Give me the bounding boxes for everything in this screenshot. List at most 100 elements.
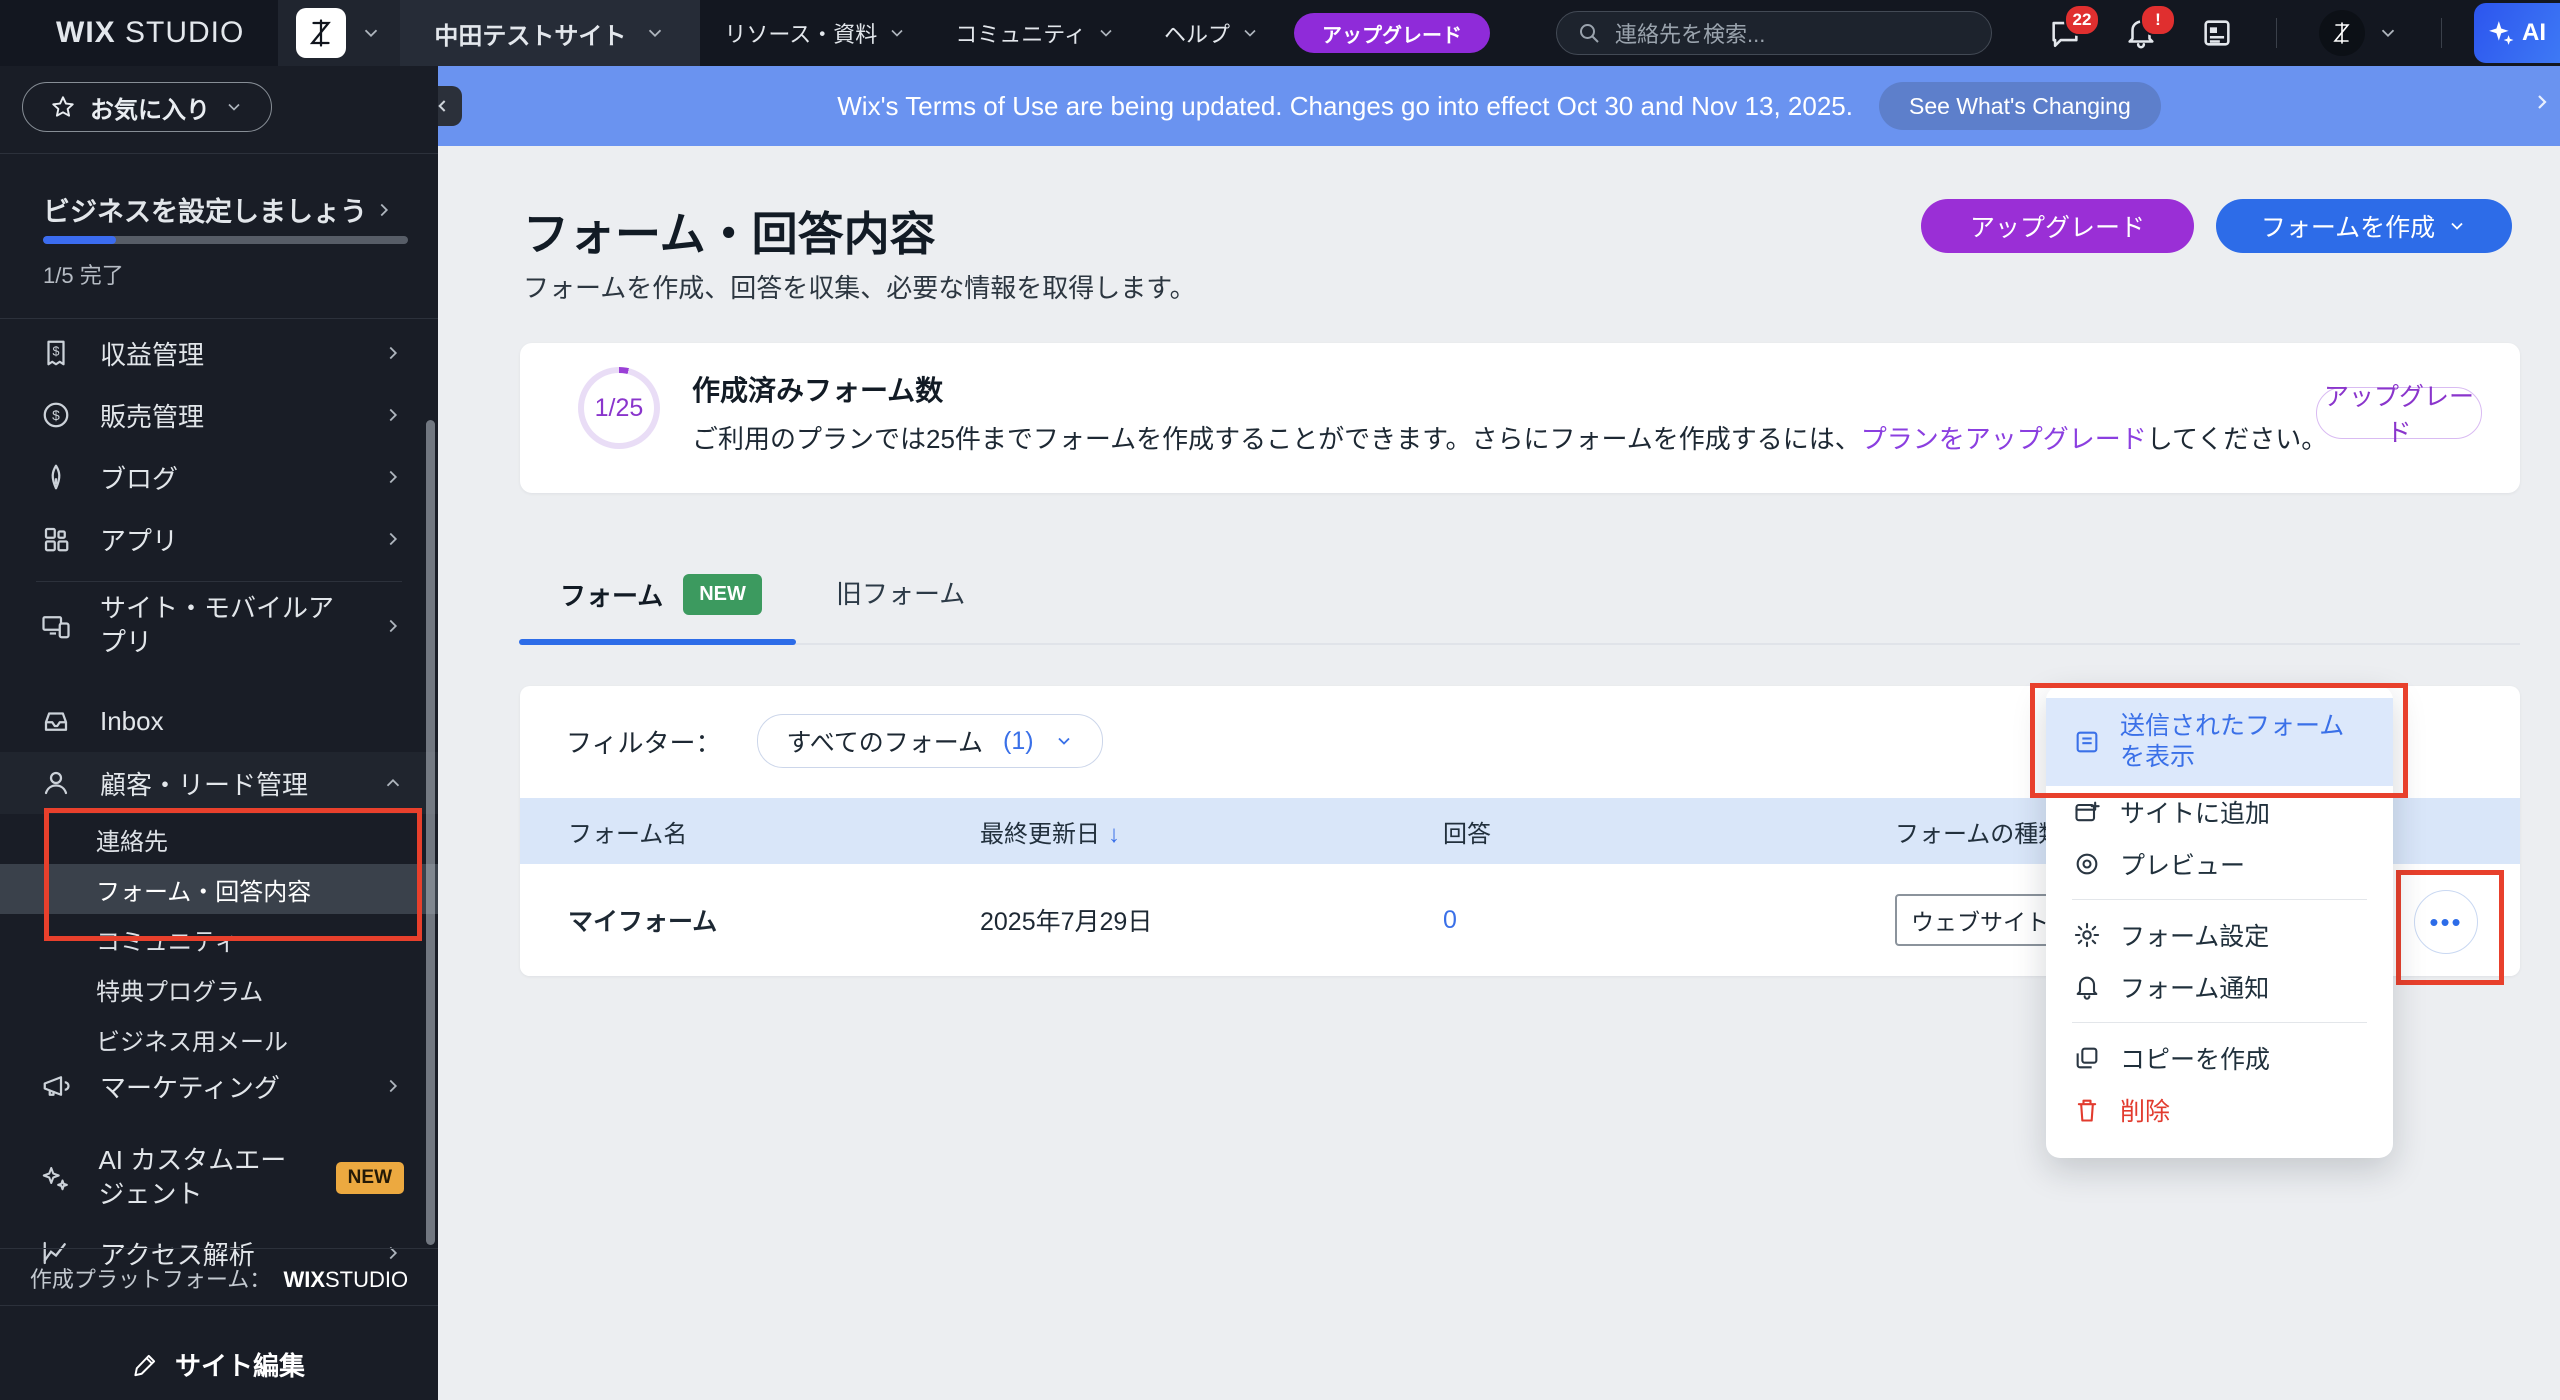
menu-item-delete[interactable]: 削除 [2046, 1084, 2393, 1136]
responses-count-link[interactable]: 0 [1443, 906, 1457, 934]
sidebar-subitem-community[interactable]: コミュニティ [0, 914, 438, 964]
sidebar-item-apps[interactable]: アプリ [0, 508, 438, 570]
dollar-circle-icon: $ [40, 400, 72, 430]
quota-description: ご利用のプランでは25件までフォームを作成することができます。さらにフォームを作… [692, 424, 2328, 454]
account-menu[interactable] [2319, 10, 2399, 56]
chevron-right-icon [2538, 95, 2547, 109]
divider [0, 1248, 438, 1249]
search-icon [1580, 24, 1599, 43]
form-doc-icon [2072, 728, 2102, 756]
create-form-button[interactable]: フォームを作成 [2216, 199, 2512, 253]
site-logo-switcher[interactable] [278, 0, 401, 66]
favorites-button[interactable]: お気に入り [22, 82, 272, 132]
site-name: 中田テストサイト [434, 22, 627, 50]
chevron-down-icon [2381, 29, 2395, 38]
menu-item-form-notifications[interactable]: フォーム通知 [2046, 961, 2393, 1013]
edit-site-button[interactable]: サイト編集 [0, 1328, 438, 1400]
page-subtitle: フォームを作成、回答を収集、必要な情報を取得します。 [523, 273, 1196, 303]
trash-icon [2072, 1096, 2102, 1124]
sidebar-item-inbox[interactable]: Inbox [0, 690, 438, 752]
tab-forms[interactable]: フォーム NEW [560, 574, 762, 615]
updates-button[interactable] [2200, 16, 2234, 50]
divider [2072, 899, 2367, 900]
wix-studio-logo[interactable]: WIX STUDIO [56, 16, 244, 50]
menu-item-add-to-site[interactable]: サイトに追加 [2046, 786, 2393, 838]
sidebar-item-sales[interactable]: $ 販売管理 [0, 384, 438, 446]
avatar [2319, 10, 2365, 56]
tab-old-forms[interactable]: 旧フォーム [836, 574, 965, 611]
sidebar-item-revenue[interactable]: $ 収益管理 [0, 322, 438, 384]
form-updated: 2025年7月29日 [980, 908, 1153, 936]
page-title: フォーム・回答内容 [523, 208, 936, 260]
chat-badge: 22 [2064, 4, 2100, 36]
sort-desc-icon: ↓ [1108, 820, 1120, 848]
business-setup-link[interactable]: ビジネスを設定しましょう [43, 190, 395, 229]
sidebar-item-blog[interactable]: ブログ [0, 446, 438, 508]
inbox-icon [40, 706, 72, 736]
chevron-down-icon [1100, 29, 1112, 37]
form-quota-card: 1/25 作成済みフォーム数 ご利用のプランでは25件までフォームを作成すること… [520, 343, 2520, 493]
row-actions-menu: 送信されたフォームを表示 サイトに追加 プレビュー フォーム設定 フォーム通知 … [2046, 686, 2393, 1158]
star-icon [52, 96, 74, 117]
new-badge: NEW [335, 1162, 404, 1194]
chat-button[interactable]: 22 [2048, 4, 2100, 50]
chevron-right-icon [389, 408, 398, 422]
chevron-right-icon [389, 470, 398, 484]
search-input[interactable]: 連絡先を検索... [1556, 11, 1992, 55]
chevron-right-icon [389, 1246, 398, 1260]
sidebar-item-site-mobile-app[interactable]: サイト・モバイルアプリ [0, 586, 438, 666]
setup-progress-bar [43, 236, 408, 244]
sidebar-subitem-loyalty[interactable]: 特典プログラム [0, 964, 438, 1014]
upgrade-button[interactable]: アップグレード [1921, 199, 2194, 253]
chevron-down-icon [2451, 222, 2463, 230]
svg-text:$: $ [52, 408, 60, 423]
nav-resources[interactable]: リソース・資料 [700, 0, 931, 66]
sidebar-scrollbar[interactable] [426, 420, 435, 1245]
tabs-divider [520, 643, 2520, 645]
chevron-up-icon [386, 778, 400, 787]
ai-assistant-button[interactable]: AI [2474, 3, 2560, 63]
terms-banner: Wix's Terms of Use are being updated. Ch… [424, 66, 2560, 146]
chevron-right-icon [389, 532, 398, 546]
col-header-name[interactable]: フォーム名 [520, 814, 980, 849]
sidebar: お気に入り ビジネスを設定しましょう 1/5 完了 $ 収益管理 $ 販売管理 … [0, 66, 438, 1400]
menu-item-preview[interactable]: プレビュー [2046, 838, 2393, 890]
upgrade-plan-link[interactable]: プランをアップグレード [1861, 424, 2147, 454]
filter-dropdown[interactable]: すべてのフォーム (1) [757, 714, 1103, 768]
site-logo-icon [296, 8, 347, 58]
topbar-upgrade-button[interactable]: アップグレード [1293, 13, 1490, 53]
chevron-down-icon [891, 29, 903, 37]
chevron-down-icon [365, 29, 378, 38]
form-name[interactable]: マイフォーム [520, 902, 980, 938]
col-header-updated[interactable]: 最終更新日 ↓ [980, 814, 1443, 849]
nav-community[interactable]: コミュニティ [931, 0, 1140, 66]
preview-icon [2072, 850, 2102, 878]
banner-next-chevron[interactable] [2530, 90, 2554, 114]
person-icon [40, 768, 72, 798]
pencil-icon [134, 1354, 156, 1377]
sidebar-subitem-forms-submissions[interactable]: フォーム・回答内容 [0, 864, 438, 914]
nav-help[interactable]: ヘルプ [1140, 0, 1284, 66]
divider [36, 581, 402, 582]
setup-progress-fill [43, 236, 116, 244]
copy-icon [2072, 1044, 2102, 1072]
sidebar-item-ai-custom-agent[interactable]: AI カスタムエージェント NEW [0, 1138, 438, 1218]
menu-item-form-settings[interactable]: フォーム設定 [2046, 909, 2393, 961]
menu-item-view-submissions[interactable]: 送信されたフォームを表示 [2046, 698, 2393, 786]
quota-upgrade-button[interactable]: アップグレード [2316, 383, 2482, 447]
filter-label: フィルター： [566, 727, 722, 758]
sidebar-item-marketing[interactable]: マーケティング [0, 1055, 438, 1117]
top-bar: WIX STUDIO 中田テストサイト リソース・資料 コミュニティ ヘルプ ア… [0, 0, 2560, 66]
divider [2441, 18, 2442, 48]
bell-icon [2072, 973, 2102, 1001]
menu-item-duplicate[interactable]: コピーを作成 [2046, 1032, 2393, 1084]
notifications-button[interactable]: ! [2124, 4, 2176, 50]
see-whats-changing-button[interactable]: See What's Changing [1878, 82, 2161, 130]
chevron-right-icon [389, 346, 398, 360]
sidebar-subitem-contacts[interactable]: 連絡先 [0, 814, 438, 864]
col-header-responses[interactable]: 回答 [1443, 814, 1895, 849]
chevron-right-icon [389, 619, 398, 633]
site-name-menu[interactable]: 中田テストサイト [400, 0, 701, 66]
row-more-actions-button[interactable]: ••• [2414, 890, 2478, 954]
sidebar-item-customers-leads[interactable]: 顧客・リード管理 [0, 752, 438, 814]
